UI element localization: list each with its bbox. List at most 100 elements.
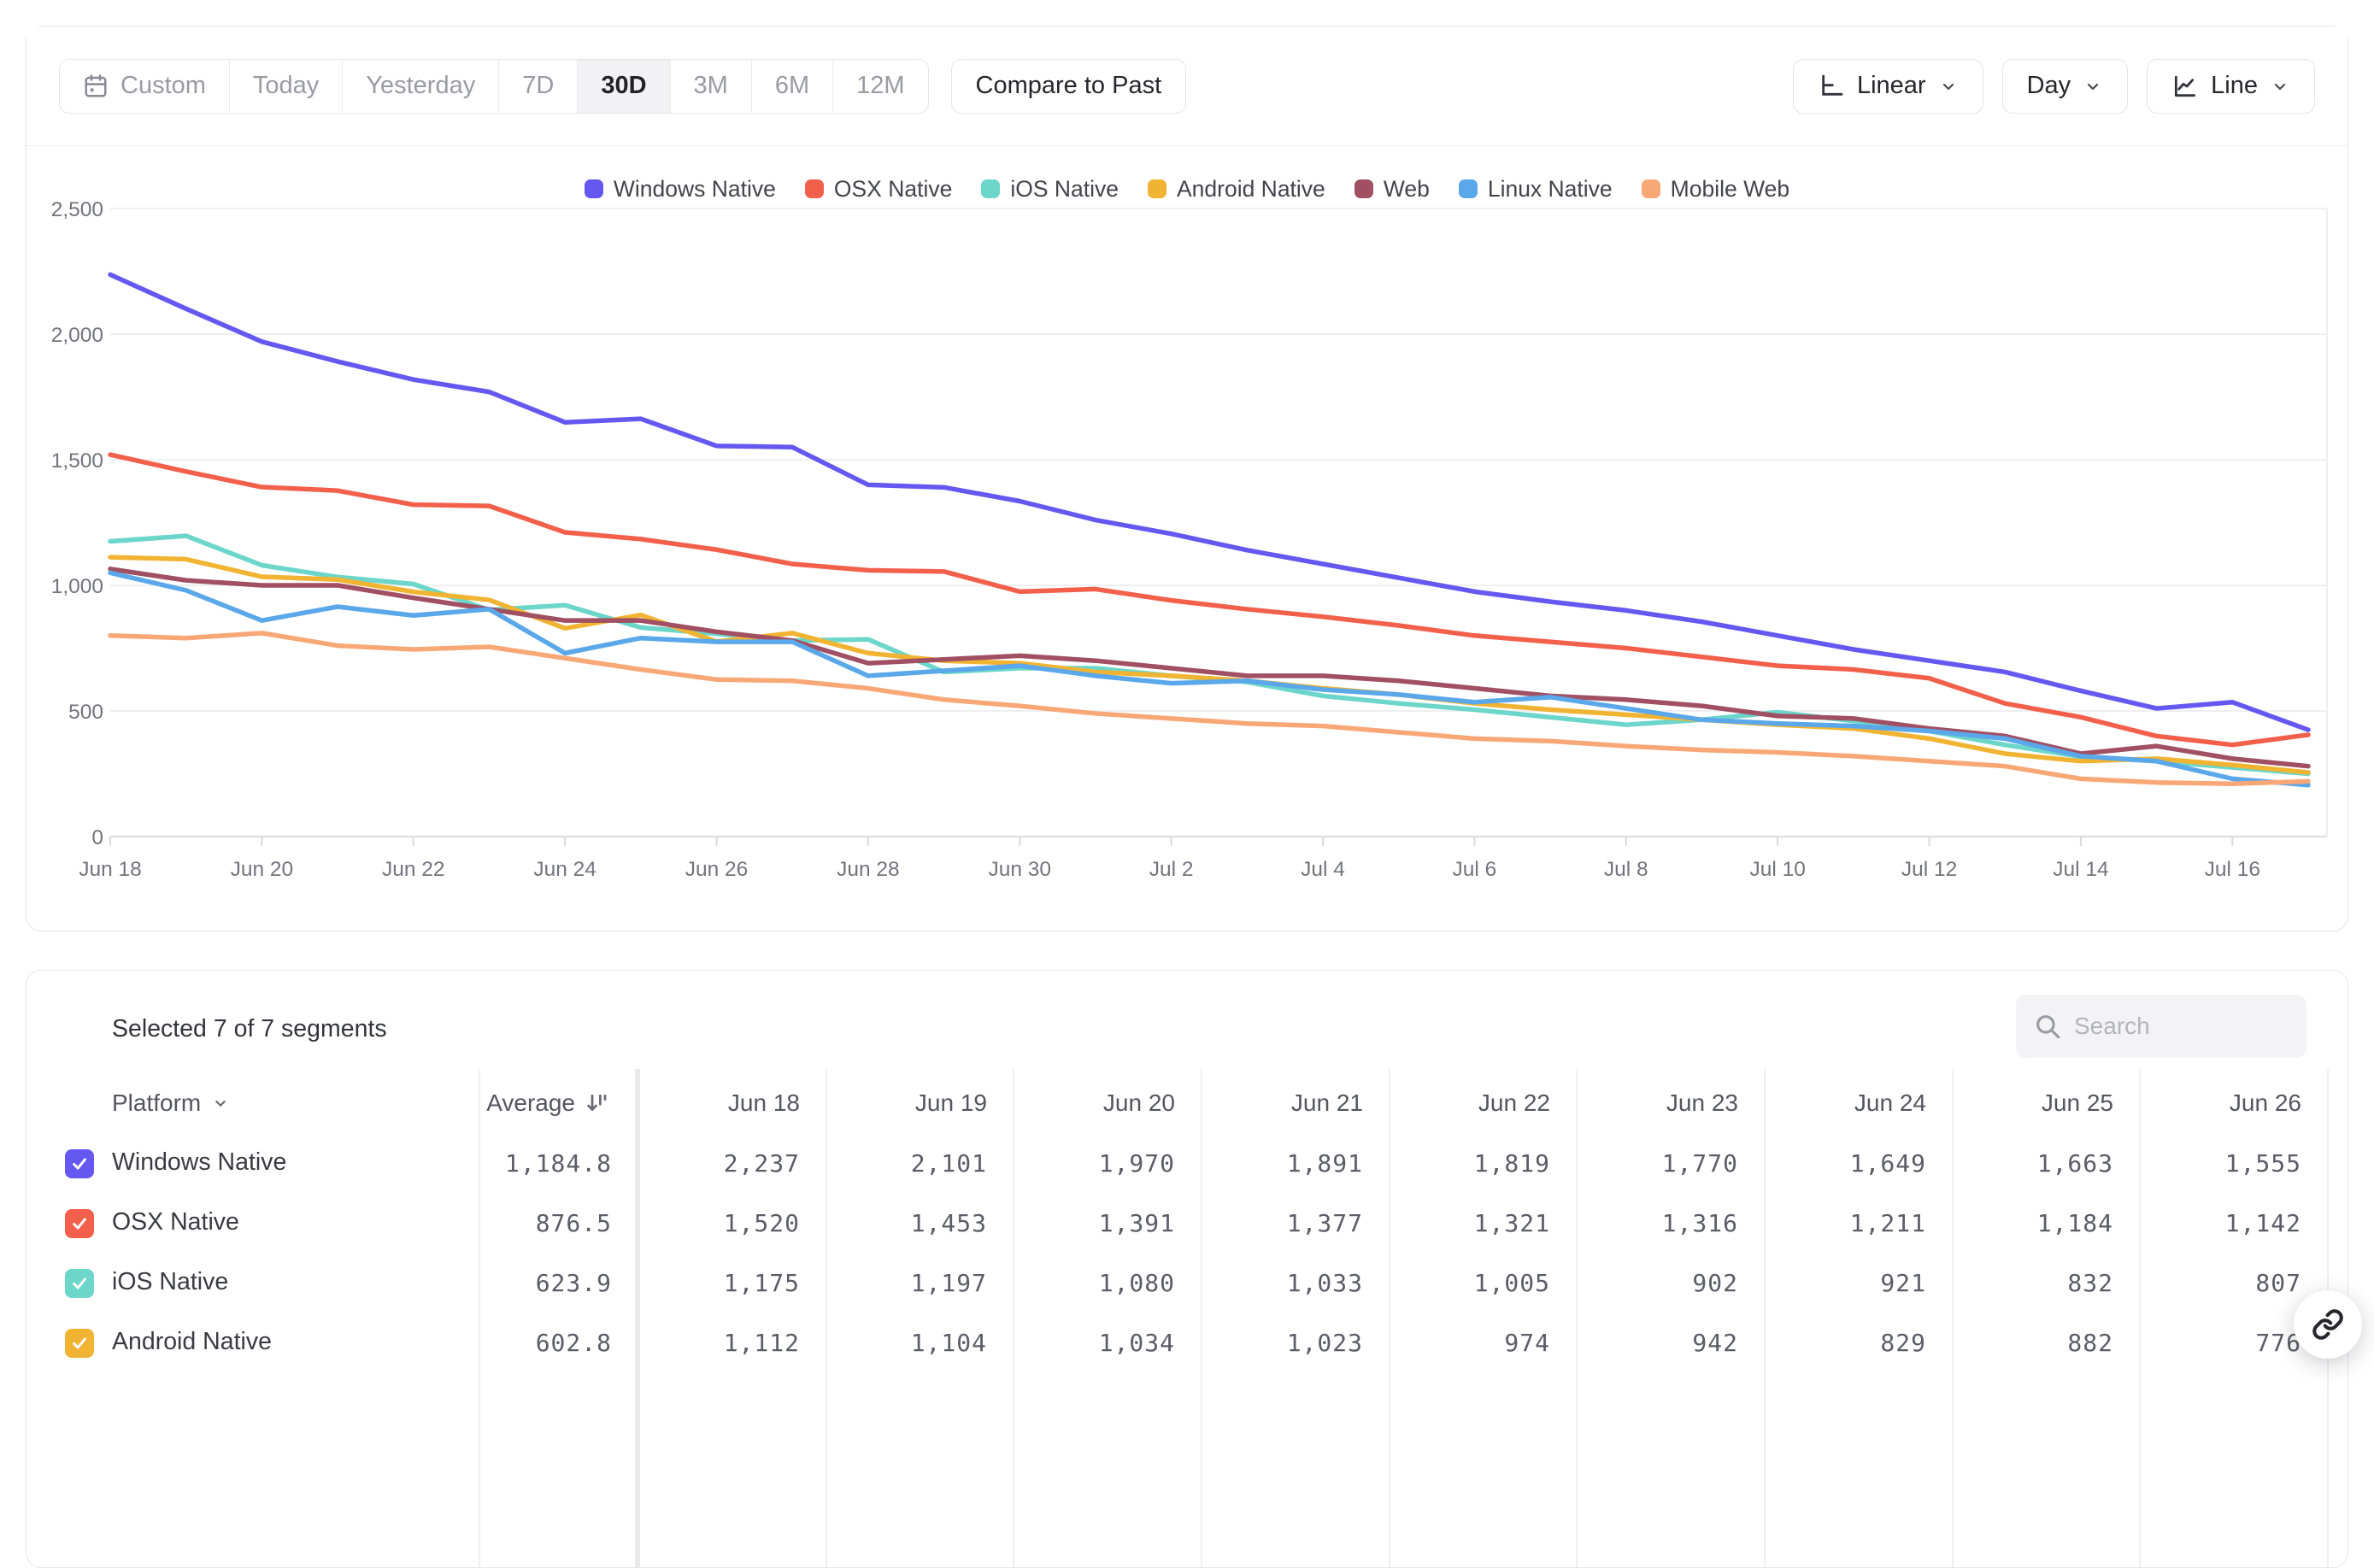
row-checkbox-ios-native[interactable] — [65, 1269, 94, 1298]
x-axis-label: Jun 20 — [231, 858, 294, 881]
legend-item-mobile-web[interactable]: Mobile Web — [1642, 176, 1789, 203]
cell-average: 1,184.8 — [505, 1149, 612, 1177]
column-header-platform[interactable]: Platform — [112, 1069, 230, 1137]
platform-label: Android Native — [112, 1328, 272, 1356]
platform-label: OSX Native — [112, 1208, 239, 1236]
compare-to-past-button[interactable]: Compare to Past — [951, 59, 1187, 114]
cell-jun-19: 2,101 — [911, 1149, 987, 1177]
cell-jun-24: 921 — [1880, 1269, 1926, 1297]
x-axis-label: Jun 22 — [382, 858, 445, 881]
line-windows-native — [110, 274, 2308, 730]
column-divider — [1013, 1069, 1014, 1567]
x-axis-label: Jun 18 — [79, 858, 142, 881]
cell-jun-24: 829 — [1880, 1329, 1926, 1357]
interval-label: Day — [2027, 72, 2071, 100]
link-icon — [2312, 1308, 2344, 1341]
column-header-label: Jun 25 — [2042, 1089, 2113, 1117]
chevron-down-icon — [2270, 76, 2290, 97]
column-header-jun-24: Jun 24 — [1854, 1069, 1926, 1137]
calendar-icon — [83, 73, 109, 99]
cell-jun-18: 2,237 — [724, 1149, 800, 1177]
x-axis-label: Jun 28 — [837, 858, 900, 881]
y-axis-label: 1,500 — [51, 449, 103, 473]
chevron-down-icon — [1938, 76, 1959, 97]
check-icon — [70, 1214, 89, 1233]
legend-item-android-native[interactable]: Android Native — [1148, 176, 1325, 203]
legend-item-osx-native[interactable]: OSX Native — [805, 176, 952, 203]
cell-jun-23: 942 — [1692, 1329, 1738, 1357]
legend-swatch — [981, 179, 1000, 198]
range-6m[interactable]: 6M — [752, 60, 833, 113]
segments-table-card: Selected 7 of 7 segments Platform Average… — [26, 970, 2348, 1568]
check-icon — [70, 1154, 89, 1173]
range-12m[interactable]: 12M — [833, 60, 927, 113]
column-header-average[interactable]: Average — [486, 1069, 609, 1137]
x-axis-label: Jul 12 — [1901, 858, 1957, 881]
share-link-button[interactable] — [2294, 1290, 2362, 1359]
x-axis-label: Jun 26 — [685, 858, 749, 881]
column-header-jun-18: Jun 18 — [728, 1069, 800, 1137]
search-box — [2016, 995, 2306, 1058]
column-header-label: Jun 20 — [1103, 1089, 1175, 1117]
linear-axis-icon — [1818, 73, 1845, 100]
cell-jun-19: 1,104 — [911, 1329, 987, 1357]
x-axis-label: Jun 30 — [988, 858, 1051, 881]
legend-item-ios-native[interactable]: iOS Native — [981, 176, 1119, 203]
y-axis-label: 1,000 — [51, 575, 103, 598]
legend-swatch — [585, 179, 603, 198]
cell-jun-26: 807 — [2255, 1269, 2301, 1297]
scale-dropdown[interactable]: Linear — [1793, 59, 1983, 114]
row-checkbox-windows-native[interactable] — [65, 1149, 94, 1178]
column-header-jun-22: Jun 22 — [1478, 1069, 1550, 1137]
column-header-label: Jun 19 — [915, 1089, 987, 1117]
cell-jun-22: 1,819 — [1474, 1149, 1550, 1177]
column-header-label: Jun 21 — [1291, 1089, 1363, 1117]
row-checkbox-android-native[interactable] — [65, 1329, 94, 1358]
range-yesterday[interactable]: Yesterday — [343, 60, 499, 113]
legend-item-linux-native[interactable]: Linux Native — [1459, 176, 1613, 203]
chart-display-controls: Linear Day Line — [1793, 59, 2315, 114]
cell-jun-26: 1,142 — [2225, 1209, 2301, 1237]
interval-dropdown[interactable]: Day — [2002, 59, 2129, 114]
range-30d[interactable]: 30D — [578, 60, 670, 113]
line-mobile-web — [110, 633, 2308, 784]
column-divider — [826, 1069, 827, 1567]
chevron-down-icon — [211, 1094, 230, 1113]
legend-label: Linux Native — [1488, 176, 1613, 203]
platform-header-label: Platform — [112, 1089, 201, 1117]
column-header-label: Jun 23 — [1666, 1089, 1738, 1117]
select-all-checkbox[interactable] — [65, 1012, 96, 1042]
chart-legend: Windows Native OSX Native iOS Native Androi… — [26, 161, 2348, 216]
row-checkbox-osx-native[interactable] — [65, 1209, 94, 1238]
cell-jun-24: 1,649 — [1850, 1149, 1926, 1177]
column-divider — [2139, 1069, 2141, 1567]
cell-jun-20: 1,970 — [1099, 1149, 1175, 1177]
legend-item-web[interactable]: Web — [1354, 176, 1430, 203]
search-input[interactable] — [2074, 1013, 2271, 1040]
cell-jun-20: 1,034 — [1099, 1329, 1175, 1357]
cell-average: 602.8 — [536, 1329, 612, 1357]
legend-label: OSX Native — [834, 176, 952, 203]
range-3m[interactable]: 3M — [671, 60, 752, 113]
legend-label: Web — [1384, 176, 1430, 203]
cell-jun-22: 974 — [1504, 1329, 1550, 1357]
column-header-label: Jun 26 — [2230, 1089, 2301, 1117]
cell-jun-25: 1,663 — [2037, 1149, 2113, 1177]
range-custom[interactable]: Custom — [60, 60, 230, 113]
range-7d[interactable]: 7D — [499, 60, 578, 113]
x-axis-label: Jul 4 — [1301, 858, 1345, 881]
cell-jun-20: 1,391 — [1099, 1209, 1175, 1237]
cell-jun-19: 1,453 — [911, 1209, 987, 1237]
chevron-down-icon — [2083, 76, 2103, 97]
column-header-jun-25: Jun 25 — [2042, 1069, 2113, 1137]
column-divider — [1952, 1069, 1954, 1567]
legend-item-windows-native[interactable]: Windows Native — [585, 176, 776, 203]
chart-type-label: Line — [2211, 72, 2258, 100]
check-icon — [70, 1274, 89, 1293]
range-today[interactable]: Today — [230, 60, 343, 113]
x-axis-label: Jul 16 — [2205, 858, 2260, 881]
column-header-jun-26: Jun 26 — [2230, 1069, 2301, 1137]
chart-type-dropdown[interactable]: Line — [2147, 59, 2315, 114]
selected-summary: Selected 7 of 7 segments — [112, 1015, 387, 1043]
column-header-label: Jun 24 — [1854, 1089, 1926, 1117]
